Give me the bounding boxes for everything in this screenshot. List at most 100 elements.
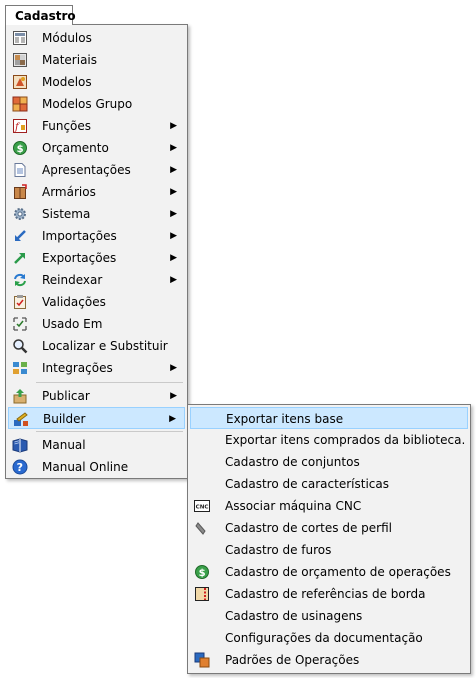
menu-item-validacoes[interactable]: Validações <box>8 291 185 313</box>
menu-item-label: Importações <box>42 229 117 243</box>
menu-item-label: Exportações <box>42 251 117 265</box>
menu-item-funcoes[interactable]: f Funções ▶ <box>8 115 185 137</box>
menu-item-manual[interactable]: Manual <box>8 434 185 456</box>
find-replace-icon <box>12 338 28 354</box>
submenu-arrow-icon: ▶ <box>170 143 177 153</box>
menu-item-apresentacoes[interactable]: Apresentações ▶ <box>8 159 185 181</box>
edge-reference-icon <box>194 586 210 602</box>
submenu-item-label: Cadastro de furos <box>225 543 332 557</box>
menu-item-label: Reindexar <box>42 273 103 287</box>
submenu-arrow-icon: ▶ <box>169 414 176 424</box>
system-gear-icon <box>12 206 28 222</box>
menu-item-manual-online[interactable]: ? Manual Online <box>8 456 185 478</box>
cnc-icon-text: CNC <box>196 505 209 511</box>
submenu-item-label: Padrões de Operações <box>225 653 360 667</box>
menu-item-modulos[interactable]: Módulos <box>8 27 185 49</box>
submenu-item-label: Configurações da documentação <box>225 631 423 645</box>
menu-item-label: Integrações <box>42 361 113 375</box>
menu-item-label: Manual Online <box>42 460 129 474</box>
menu-item-label: Publicar <box>42 389 90 403</box>
menu-item-label: Manual <box>42 438 86 452</box>
menu-item-orcamento[interactable]: $ Orçamento ▶ <box>8 137 185 159</box>
submenu-item-exportar-itens-base[interactable]: Exportar itens base <box>190 407 468 429</box>
menu-item-label: Modelos Grupo <box>42 97 133 111</box>
submenu-item-exportar-itens-comprados[interactable]: Exportar itens comprados da biblioteca. <box>190 429 468 451</box>
svg-text:$: $ <box>17 144 24 155</box>
modules-icon <box>12 30 28 46</box>
submenu-arrow-icon: ▶ <box>170 391 177 401</box>
submenu-item-cadastro-usinagens[interactable]: Cadastro de usinagens <box>190 605 468 627</box>
menu-item-label: Builder <box>43 412 86 426</box>
menu-item-modelos[interactable]: Modelos <box>8 71 185 93</box>
operation-standards-icon <box>194 652 210 668</box>
budget-icon: $ <box>12 140 28 156</box>
menu-cadastro-label: Cadastro <box>15 9 76 23</box>
menu-item-armarios[interactable]: Armários ▶ <box>8 181 185 203</box>
menu-separator <box>36 431 183 432</box>
submenu-item-cadastro-orcamento-operacoes[interactable]: $ Cadastro de orçamento de operações <box>190 561 468 583</box>
submenu-item-label: Associar máquina CNC <box>225 499 362 513</box>
reindex-icon <box>12 272 28 288</box>
cabinets-icon <box>12 184 28 200</box>
menu-item-sistema[interactable]: Sistema ▶ <box>8 203 185 225</box>
builder-submenu: Exportar itens base Exportar itens compr… <box>187 404 471 674</box>
models-icon <box>12 74 28 90</box>
submenu-item-cadastro-caracteristicas[interactable]: Cadastro de características <box>190 473 468 495</box>
menu-item-materiais[interactable]: Materiais <box>8 49 185 71</box>
submenu-arrow-icon: ▶ <box>170 165 177 175</box>
submenu-item-label: Exportar itens base <box>226 412 344 426</box>
menu-cadastro-tab[interactable]: Cadastro <box>5 5 76 25</box>
submenu-item-cadastro-furos[interactable]: Cadastro de furos <box>190 539 468 561</box>
submenu-item-configuracoes-documentacao[interactable]: Configurações da documentação <box>190 627 468 649</box>
menu-item-reindexar[interactable]: Reindexar ▶ <box>8 269 185 291</box>
submenu-item-label: Cadastro de referências de borda <box>225 587 426 601</box>
menu-item-label: Módulos <box>42 31 92 45</box>
materials-icon <box>12 52 28 68</box>
submenu-arrow-icon: ▶ <box>170 121 177 131</box>
menu-item-usado-em[interactable]: Usado Em <box>8 313 185 335</box>
validations-icon <box>12 294 28 310</box>
submenu-item-padroes-operacoes[interactable]: Padrões de Operações <box>190 649 468 671</box>
dollar-icon: $ <box>194 564 210 580</box>
menu-item-label: Armários <box>42 185 96 199</box>
menu-item-importacoes[interactable]: Importações ▶ <box>8 225 185 247</box>
submenu-arrow-icon: ▶ <box>170 275 177 285</box>
submenu-arrow-icon: ▶ <box>170 363 177 373</box>
menu-item-label: Modelos <box>42 75 92 89</box>
menu-item-modelos-grupo[interactable]: Modelos Grupo <box>8 93 185 115</box>
cadastro-dropdown-menu: Módulos Materiais Modelos Modelos Grupo … <box>5 24 188 479</box>
menu-item-integracoes[interactable]: Integrações ▶ <box>8 357 185 379</box>
menu-item-localizar-substituir[interactable]: Localizar e Substituir <box>8 335 185 357</box>
imports-icon <box>12 228 28 244</box>
menu-item-publicar[interactable]: Publicar ▶ <box>8 385 185 407</box>
menu-item-label: Sistema <box>42 207 91 221</box>
menu-item-label: Validações <box>42 295 106 309</box>
submenu-item-label: Cadastro de orçamento de operações <box>225 565 451 579</box>
submenu-arrow-icon: ▶ <box>170 253 177 263</box>
manual-book-icon <box>12 437 28 453</box>
exports-icon <box>12 250 28 266</box>
submenu-item-cadastro-cortes-perfil[interactable]: Cadastro de cortes de perfil <box>190 517 468 539</box>
presentations-icon <box>12 162 28 178</box>
integrations-icon <box>12 360 28 376</box>
models-group-icon <box>12 96 28 112</box>
cnc-icon: CNC <box>194 498 210 514</box>
submenu-item-cadastro-conjuntos[interactable]: Cadastro de conjuntos <box>190 451 468 473</box>
submenu-item-associar-maquina-cnc[interactable]: CNC Associar máquina CNC <box>190 495 468 517</box>
menu-item-label: Apresentações <box>42 163 131 177</box>
help-icon: ? <box>12 459 28 475</box>
submenu-item-label: Exportar itens comprados da biblioteca. <box>225 433 466 447</box>
submenu-arrow-icon: ▶ <box>170 187 177 197</box>
submenu-item-label: Cadastro de usinagens <box>225 609 363 623</box>
svg-text:$: $ <box>199 568 206 579</box>
submenu-item-label: Cadastro de conjuntos <box>225 455 360 469</box>
submenu-arrow-icon: ▶ <box>170 209 177 219</box>
submenu-item-cadastro-referencias-borda[interactable]: Cadastro de referências de borda <box>190 583 468 605</box>
menu-item-builder[interactable]: Builder ▶ <box>8 407 185 429</box>
menu-item-label: Materiais <box>42 53 98 67</box>
menu-item-exportacoes[interactable]: Exportações ▶ <box>8 247 185 269</box>
menu-item-label: Localizar e Substituir <box>42 339 168 353</box>
profile-cut-icon <box>194 520 210 536</box>
builder-icon <box>13 411 29 427</box>
submenu-item-label: Cadastro de características <box>225 477 389 491</box>
